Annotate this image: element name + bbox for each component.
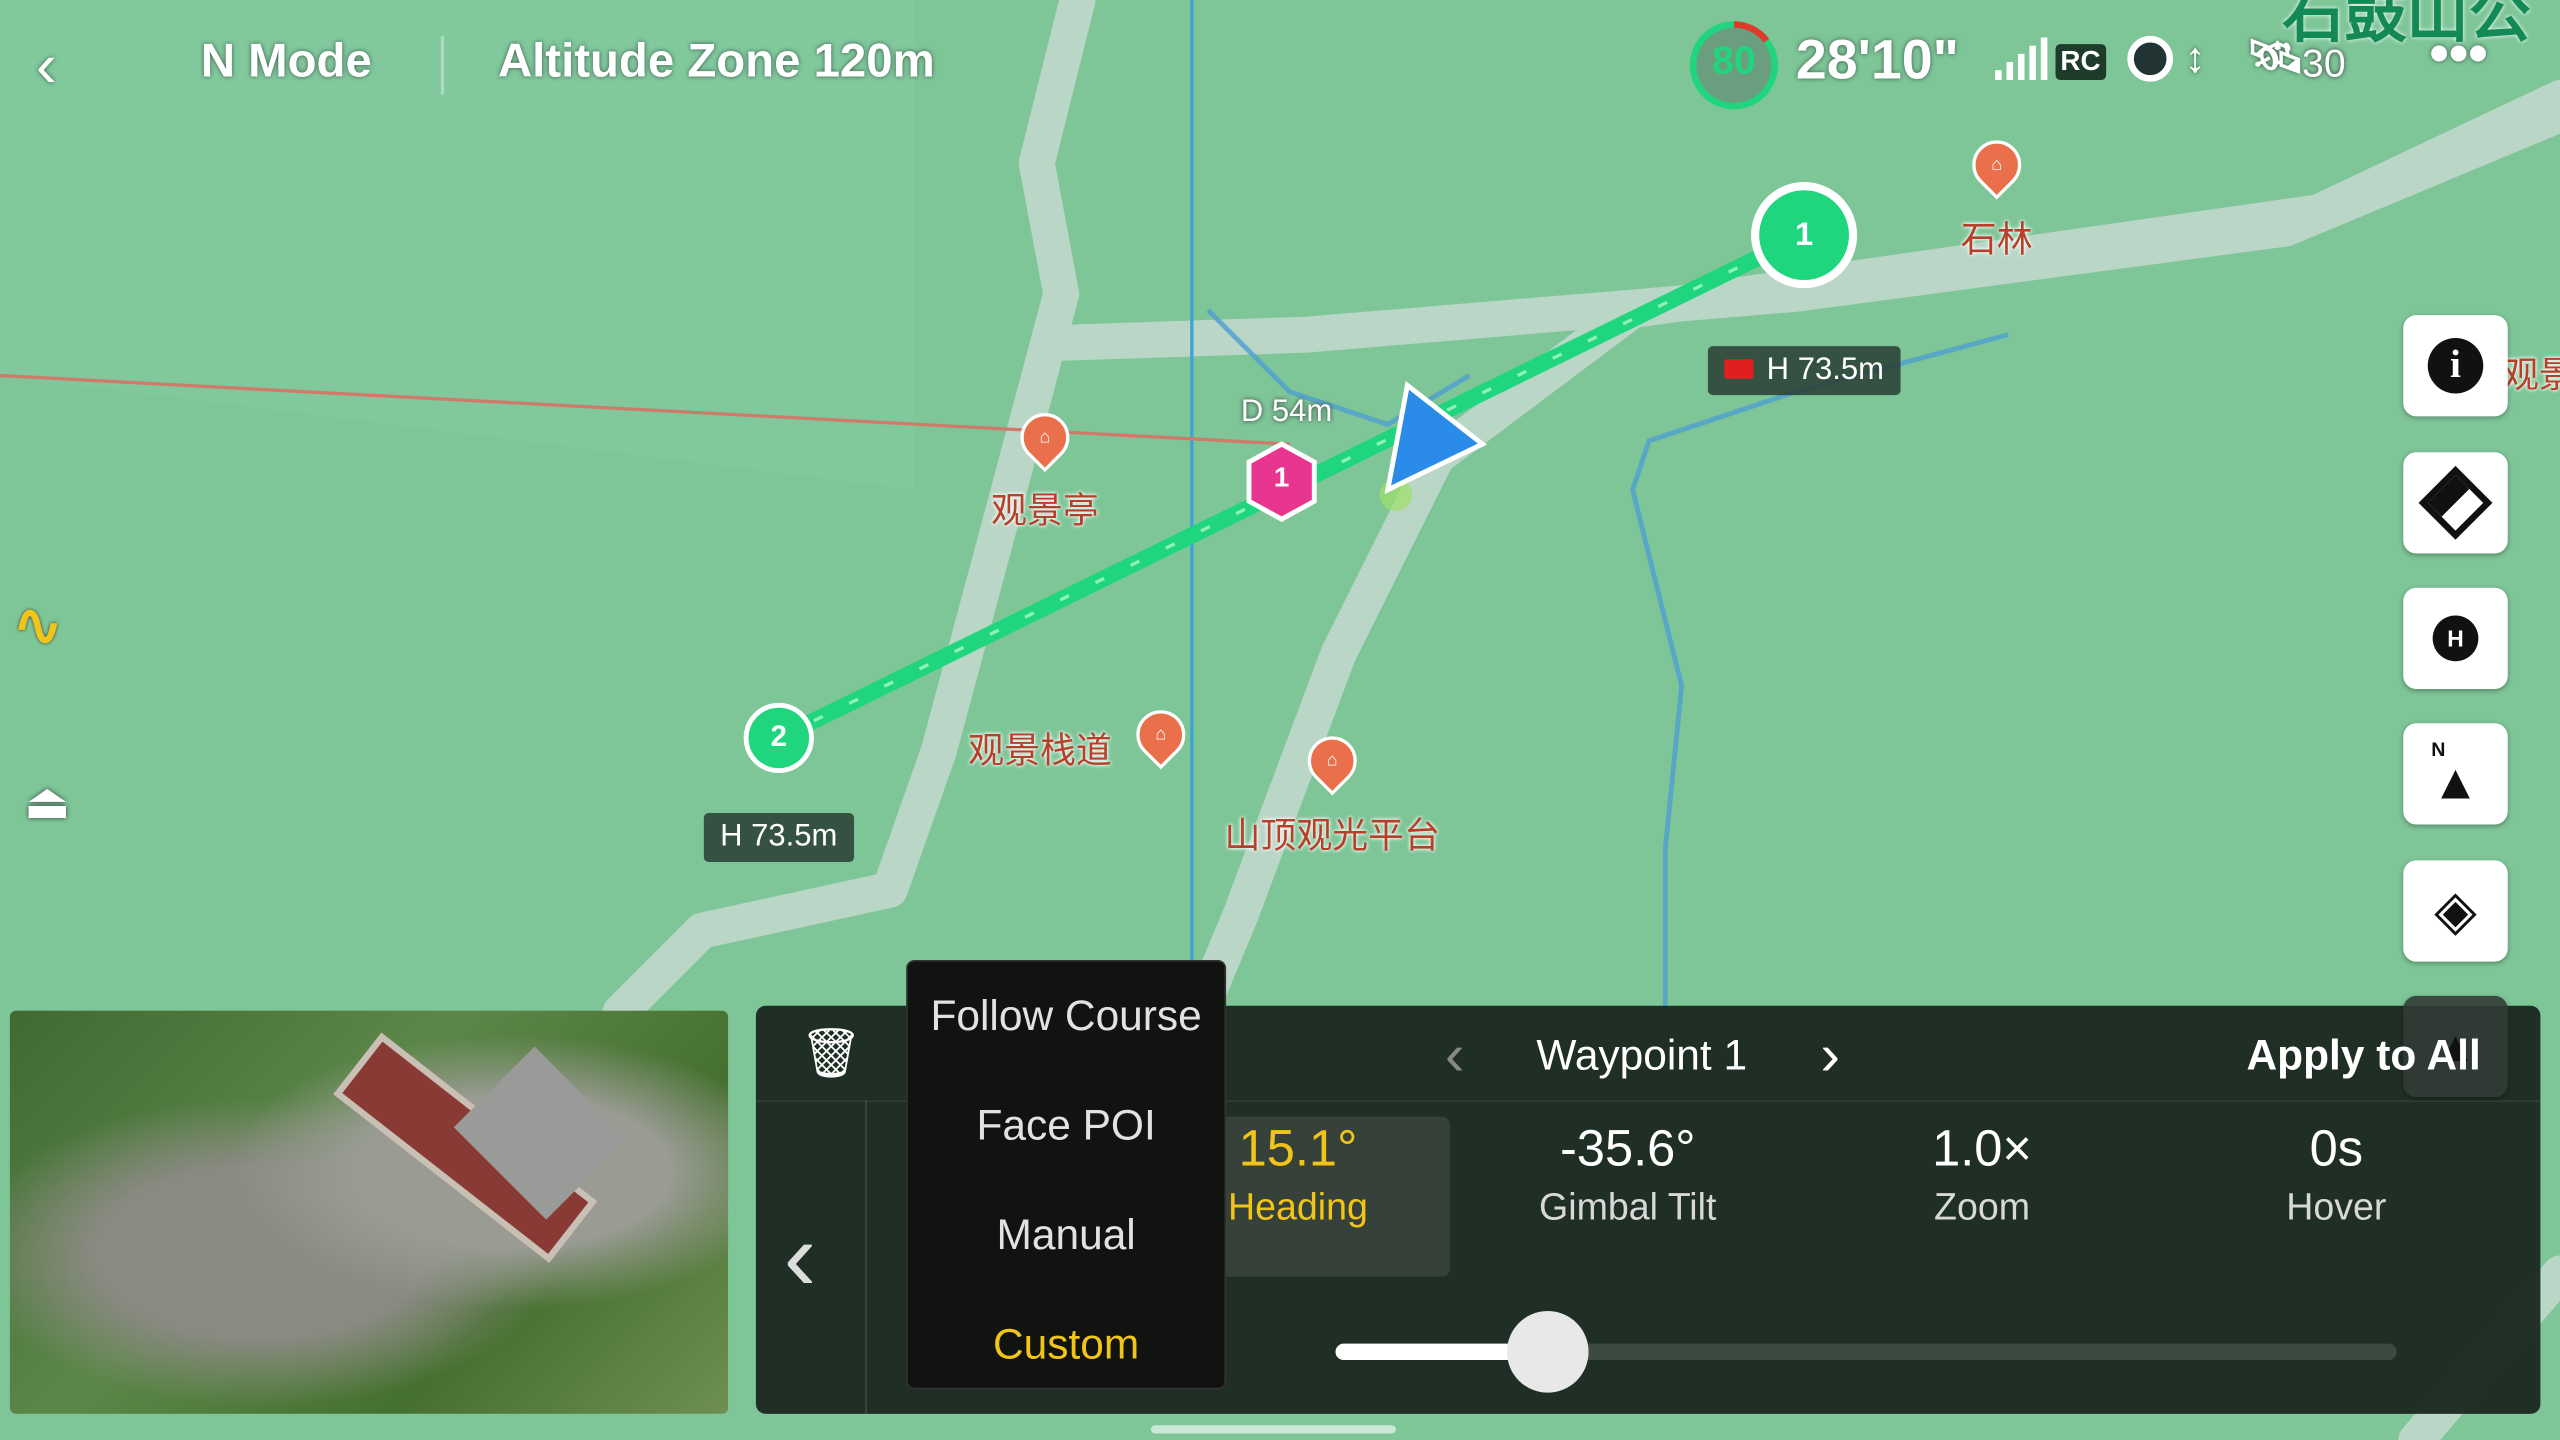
waypoint-2-height: H 73.5m [703, 813, 854, 863]
param-gimbal-tilt[interactable]: -35.6° Gimbal Tilt [1497, 1117, 1758, 1230]
layers-button[interactable]: ◈ [2403, 860, 2508, 962]
info-icon: i [2427, 337, 2484, 394]
takeoff-icon[interactable]: ⏏ [16, 774, 78, 843]
map-label: 山顶观光平台 [1224, 814, 1441, 856]
collapse-panel-button[interactable]: ‹ [784, 1200, 817, 1313]
heading-mode-dropdown: Follow Course Face POI Manual Custom [906, 959, 1227, 1390]
north-compass-icon: N ▲ [2431, 737, 2480, 810]
param-hover[interactable]: 0s Hover [2206, 1117, 2467, 1230]
next-waypoint-button[interactable]: › [1820, 1020, 1840, 1089]
option-face-poi[interactable]: Face POI [908, 1100, 1225, 1151]
poi-number: 1 [1273, 462, 1290, 494]
option-custom[interactable]: Custom [908, 1319, 1225, 1370]
chevron-left-icon: ‹ [35, 32, 57, 102]
map-label: 石林 [1960, 218, 2033, 260]
screen: 1 D 54m 2 1 H 73.5m H 73.5m ⌂ 观景亭 ⌂ 观景栈道… [0, 0, 2560, 1440]
waypoint-1-number: 1 [1794, 217, 1814, 254]
map-label: 观景栈道 [968, 729, 1112, 771]
flight-mode[interactable]: N Mode [201, 36, 372, 90]
apply-to-all-button[interactable]: Apply to All [2247, 1030, 2481, 1081]
satellite-icon[interactable]: 🛰 [2247, 29, 2305, 83]
altitude-zone[interactable]: Altitude Zone 120m [498, 36, 935, 90]
layers-icon: ◈ [2434, 879, 2477, 943]
value-slider[interactable] [1335, 1311, 2397, 1393]
delete-button[interactable]: 🗑 [800, 1025, 862, 1082]
waypoint-1-height: H 73.5m [1707, 346, 1901, 396]
waypoint-2-number: 2 [770, 720, 787, 753]
satellite-count: 30 [2302, 42, 2346, 87]
waypoint-title: Waypoint 1 [1536, 1030, 1748, 1080]
prev-waypoint-button[interactable]: ‹ [1445, 1020, 1465, 1089]
map-label: 观景亭 [991, 489, 1099, 531]
option-follow-course[interactable]: Follow Course [908, 991, 1225, 1042]
north-compass-button[interactable]: N ▲ [2403, 723, 2508, 825]
more-dots-icon[interactable]: ••• [2429, 23, 2487, 87]
chevron-left-icon: ‹ [783, 1201, 817, 1312]
route-icon[interactable]: ∿ [13, 591, 62, 660]
signal-icon [1995, 37, 2048, 80]
rc-badge: RC [2055, 44, 2106, 80]
map-label: 观景 [2502, 354, 2560, 396]
eraser-button[interactable] [2403, 452, 2508, 554]
home-point-button[interactable]: H [2403, 587, 2508, 689]
obstacle-avoidance-icon[interactable] [2127, 35, 2174, 82]
divider [440, 35, 445, 95]
vertical-arrows-icon: ↕ [2184, 32, 2206, 82]
home-indicator[interactable] [1151, 1425, 1396, 1434]
eraser-icon [2418, 465, 2493, 540]
flight-time: 28'10" [1795, 29, 1959, 92]
camera-action-icon [1724, 359, 1754, 379]
option-manual[interactable]: Manual [908, 1210, 1225, 1261]
battery-percent: 80 [1712, 39, 1756, 84]
home-point-icon: H [2432, 615, 2479, 662]
trash-icon: 🗑 [799, 1026, 863, 1081]
info-button[interactable]: i [2403, 315, 2508, 417]
param-zoom[interactable]: 1.0× Zoom [1851, 1117, 2112, 1230]
poi-distance: D 54m [1240, 395, 1333, 430]
camera-feed[interactable] [9, 1010, 729, 1414]
back-button[interactable]: ‹ [36, 33, 57, 103]
slider-thumb[interactable] [1506, 1311, 1589, 1393]
